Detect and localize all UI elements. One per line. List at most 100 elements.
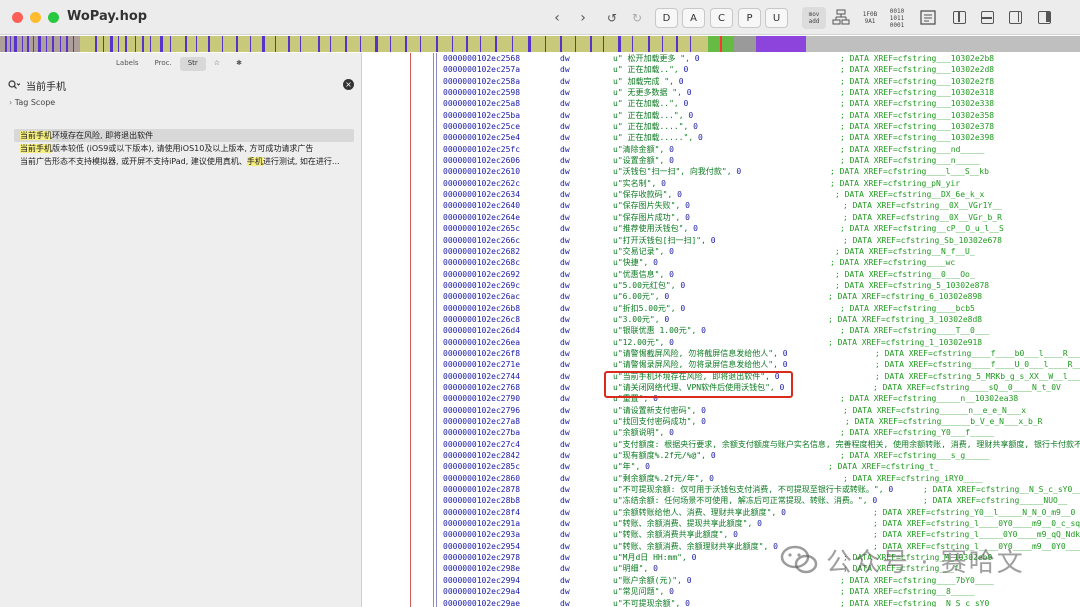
xref-comment[interactable]: ; DATA XREF=cfstring____bcb5 [840,303,975,314]
code-row[interactable]: 0000000102ec262c dw u"实名制", 0 ; DATA XREF=c… [443,178,1080,189]
toolbar-button-a[interactable]: A [682,8,705,28]
xref-comment[interactable]: ; DATA XREF=cfstring__0X__VGr1Y__ [843,200,1002,211]
tab-strings[interactable]: Str [179,57,206,71]
code-row[interactable]: 0000000102ec2568 dw u" 松开加载更多 ", 0 ; DATA X… [443,53,1080,64]
hex-view-button[interactable]: 0010 1011 0001 [885,7,909,29]
address-label[interactable]: 0000000102ec264e [443,212,520,223]
code-row[interactable]: 0000000102ec2682 dw u"交易记录", 0 ; DATA XREF=… [443,246,1080,257]
code-row[interactable]: 0000000102ec26d4 dw u"银联优惠 1.00元", 0 ; DATA… [443,325,1080,336]
code-row[interactable]: 0000000102ec2598 dw u" 无更多数据 ", 0 ; DATA XR… [443,87,1080,98]
address-label[interactable]: 0000000102ec268c [443,257,520,268]
address-label[interactable]: 0000000102ec2878 [443,484,520,495]
close-window-button[interactable] [12,12,23,23]
xref-comment[interactable]: ; DATA XREF=cfstring___10302e398 [840,132,994,143]
code-row[interactable]: 0000000102ec2796 dw u"请设置新支付密码", 0 ; DATA X… [443,405,1080,416]
xref-comment[interactable]: ; DATA XREF=cfstring___10302e358 [840,110,994,121]
xref-comment[interactable]: ; DATA XREF=cfstring__N_S_c_sY0_____ [923,484,1080,495]
tag-scope-disclosure[interactable]: › Tag Scope [9,98,55,107]
xref-comment[interactable]: ; DATA XREF=cfstring_pN_yir [830,178,960,189]
address-label[interactable]: 0000000102ec2842 [443,450,520,461]
toolbar-button-d[interactable]: D [655,8,678,28]
address-label[interactable]: 0000000102ec285c [443,461,520,472]
code-row[interactable]: 0000000102ec26f8 dw u"请警惕截屏风险, 勿将截屏信息发给他人"… [443,348,1080,359]
xref-comment[interactable]: ; DATA XREF=cfstring_iRY0____ [843,473,983,484]
xref-comment[interactable]: ; DATA XREF=cfstring__0X__VGr_b_R [843,212,1002,223]
xref-comment[interactable]: ; DATA XREF=cfstring____wc [830,257,955,268]
address-label[interactable]: 0000000102ec293a [443,529,520,540]
cfg-icon[interactable] [832,9,850,26]
address-label[interactable]: 0000000102ec26ac [443,291,520,302]
code-row[interactable]: 0000000102ec291a dw u"转账、余额消费、提现共享此额度", 0;… [443,518,1080,529]
xref-comment[interactable]: ; DATA XREF=cfstring__0___Oo_ [835,269,975,280]
xref-comment[interactable]: ; DATA XREF=cfstring____f____b0___l____R… [875,348,1080,359]
bottom-panel-icon[interactable] [981,11,994,24]
address-label[interactable]: 0000000102ec258a [443,76,520,87]
code-row[interactable]: 0000000102ec2634 dw u"保存收款码", 0 ; DATA XREF… [443,189,1080,200]
address-label[interactable]: 0000000102ec2860 [443,473,520,484]
code-row[interactable]: 0000000102ec25ba dw u" 正在加载...", 0 ; DATA X… [443,110,1080,121]
code-row[interactable]: 0000000102ec265c dw u"推荐使用沃钱包", 0 ; DATA XR… [443,223,1080,234]
code-row[interactable]: 0000000102ec271e dw u"请警惕录屏风险, 勿将录屏信息发给他人"… [443,359,1080,370]
xref-comment[interactable]: ; DATA XREF=cfstring___10302e338 [840,98,994,109]
tab-procedures[interactable]: Proc. [147,57,180,71]
address-label[interactable]: 0000000102ec28b8 [443,495,520,506]
redo-icon[interactable]: ↻ [630,7,644,28]
code-row[interactable]: 0000000102ec285c dw u"年", 0 ; DATA XREF=cfs… [443,461,1080,472]
xref-comment[interactable]: ; DATA XREF=cfstring___10302e378 [840,121,994,132]
zoom-window-button[interactable] [48,12,59,23]
code-row[interactable]: 0000000102ec2692 dw u"优惠信息", 0 ; DATA XREF=… [443,269,1080,280]
xref-comment[interactable]: ; DATA XREF=cfstring_Sb_10302e678 [843,235,1002,246]
address-label[interactable]: 0000000102ec2606 [443,155,520,166]
code-row[interactable]: 0000000102ec29ae dw u"不可提现余额", 0 ; DATA XRE… [443,598,1080,607]
code-row[interactable]: 0000000102ec258a dw u" 加载完成 ", 0 ; DATA XRE… [443,76,1080,87]
code-row[interactable]: 0000000102ec28f4 dw u"余额转账给他人、消费、理财共享此额度",… [443,507,1080,518]
xref-comment[interactable]: ; DATA XREF=cfstring___10302e318 [840,87,994,98]
address-label[interactable]: 0000000102ec262c [443,178,520,189]
toolbar-button-u[interactable]: U [765,8,788,28]
code-row[interactable]: 0000000102ec2610 dw u"沃钱包"扫一扫", 向我付款", 0 ; … [443,166,1080,177]
code-row[interactable]: 0000000102ec26ea dw u"12.00元", 0 ; DATA XRE… [443,337,1080,348]
pseudocode-button[interactable]: 1F0B 9A1 [858,7,882,29]
code-row[interactable]: 0000000102ec2860 dw u"剩余额度%.2f元/年", 0 ; DAT… [443,473,1080,484]
xref-comment[interactable]: ; DATA XREF=cfstring_____NUO__ [923,495,1068,506]
address-label[interactable]: 0000000102ec25a8 [443,98,520,109]
xref-comment[interactable]: ; DATA XREF=cfstring____T__0___ [840,325,989,336]
code-row[interactable]: 0000000102ec27ba dw u"余额说明", 0 ; DATA XREF=… [443,427,1080,438]
code-row[interactable]: 0000000102ec26b8 dw u"折扣5.00元", 0 ; DATA XR… [443,303,1080,314]
address-label[interactable]: 0000000102ec25ce [443,121,520,132]
search-field[interactable]: 当前手机 × [8,77,358,93]
right-sidebar-icon[interactable] [1038,11,1051,24]
tab-tags[interactable]: ✱ [228,57,250,71]
address-label[interactable]: 0000000102ec27c4 [443,439,520,450]
address-label[interactable]: 0000000102ec29ae [443,598,520,607]
clear-search-icon[interactable]: × [343,79,354,90]
code-row[interactable]: 0000000102ec2842 dw u"现有额度%.2f元/%@", 0 ; DA… [443,450,1080,461]
address-label[interactable]: 0000000102ec26d4 [443,325,520,336]
xref-comment[interactable]: ; DATA XREF=cfstring_____n__10302ea38 [840,393,1018,404]
xref-comment[interactable]: ; DATA XREF=cfstring__DX_6e_k_x [835,189,984,200]
toolbar-button-c[interactable]: C [710,8,733,28]
xref-comment[interactable]: ; DATA XREF=cfstring___s_g_____ [840,450,989,461]
address-label[interactable]: 0000000102ec2598 [443,87,520,98]
address-label[interactable]: 0000000102ec257a [443,64,520,75]
xref-comment[interactable]: ; DATA XREF=cfstring______n__e_e_N___x [843,405,1026,416]
code-row[interactable]: 0000000102ec269c dw u"5.00元红包", 0 ; DATA XR… [443,280,1080,291]
code-row[interactable]: 0000000102ec27a8 dw u"找回支付密码成功", 0 ; DATA X… [443,416,1080,427]
code-row[interactable]: 0000000102ec26ac dw u"6.00元", 0 ; DATA XREF… [443,291,1080,302]
xref-comment[interactable]: ; DATA XREF=cfstring__cP__O_u_l__S [840,223,1004,234]
address-label[interactable]: 0000000102ec26f8 [443,348,520,359]
xref-comment[interactable]: ; DATA XREF=cfstring__8_____ [840,586,975,597]
address-label[interactable]: 0000000102ec298e [443,563,520,574]
xref-comment[interactable]: ; DATA XREF=cfstring_6_10302e898 [828,291,982,302]
address-label[interactable]: 0000000102ec25fc [443,144,520,155]
debugger-icon[interactable] [919,9,937,26]
back-icon[interactable]: ‹ [550,7,564,28]
disassembly-view[interactable]: 0000000102ec2568 dw u" 松开加载更多 ", 0 ; DATA X… [363,53,1080,607]
code-row[interactable]: 0000000102ec27c4 dw u"支付额度: 根据央行要求, 余额支付额度… [443,439,1080,450]
xref-comment[interactable]: ; DATA XREF=cfstring__N_f__U_ [835,246,975,257]
code-row[interactable]: 0000000102ec2606 dw u"设置金额", 0 ; DATA XREF=… [443,155,1080,166]
search-input[interactable]: 当前手机 [26,78,66,93]
address-label[interactable]: 0000000102ec2954 [443,541,520,552]
address-label[interactable]: 0000000102ec271e [443,359,520,370]
tab-labels[interactable]: Labels [108,57,147,71]
